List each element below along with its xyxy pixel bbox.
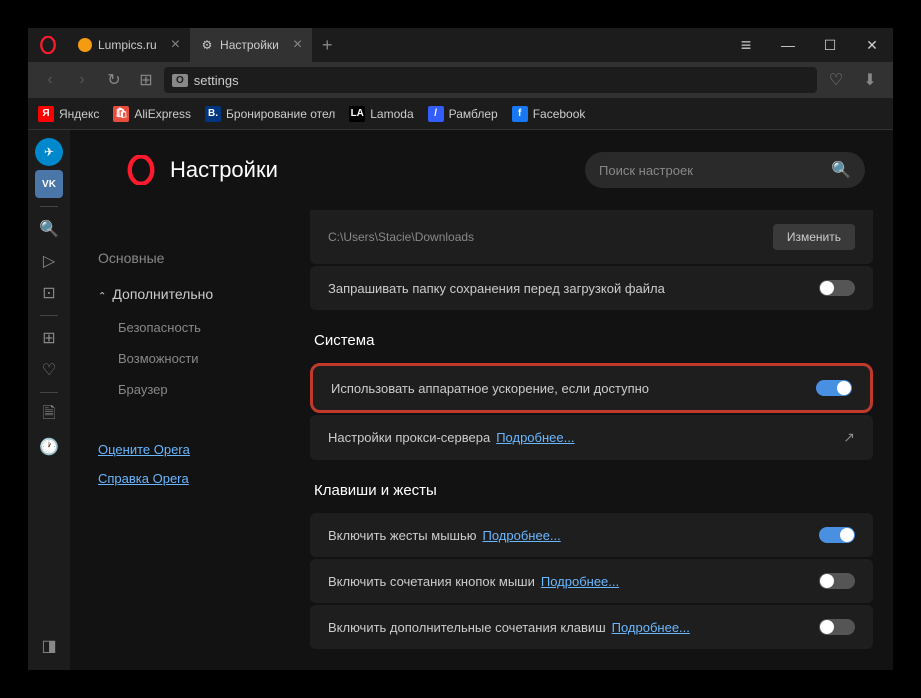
external-link-icon: ↗ (843, 429, 855, 446)
search-input[interactable] (599, 163, 823, 178)
advanced-kb-row[interactable]: Включить дополнительные сочетания клавиш… (310, 605, 873, 649)
back-button[interactable]: ‹ (36, 66, 64, 94)
tab-label: Настройки (220, 38, 279, 52)
gear-icon: ⚙ (200, 38, 214, 52)
yandex-icon: Я (38, 106, 54, 122)
mouse-gestures-row[interactable]: Включить жесты мышью Подробнее... (310, 513, 873, 557)
facebook-icon: f (512, 106, 528, 122)
tab-label: Lumpics.ru (98, 38, 157, 52)
rambler-icon: / (428, 106, 444, 122)
rocker-gestures-toggle[interactable] (819, 573, 855, 589)
bookmark-facebook[interactable]: fFacebook (512, 106, 586, 122)
chevron-up-icon: ⌄ (98, 289, 106, 300)
sidebar: ✈ VK 🔍 ▷ ⊡ ⊞ ♡ 🗎 🕐 ◨ (28, 130, 70, 670)
downloads-button[interactable]: ⬇ (855, 66, 885, 94)
settings-nav: Основные ⌄Дополнительно Безопасность Воз… (70, 210, 310, 670)
page-title: Настройки (170, 157, 278, 183)
hardware-acceleration-toggle[interactable] (816, 380, 852, 396)
gestures-section-title: Клавиши и жесты (314, 482, 873, 499)
nav-security[interactable]: Безопасность (98, 312, 310, 343)
reload-button[interactable]: ↻ (100, 66, 128, 94)
mouse-gestures-learn-more-link[interactable]: Подробнее... (483, 528, 561, 543)
personal-news-icon[interactable]: ▷ (35, 247, 63, 275)
forward-button[interactable]: › (68, 66, 96, 94)
bookmark-aliexpress[interactable]: 🛍AliExpress (113, 106, 191, 122)
clock-icon[interactable]: 🕐 (35, 433, 63, 461)
speed-dial-icon[interactable]: ⊞ (35, 324, 63, 352)
new-tab-button[interactable]: + (312, 28, 342, 62)
rocker-learn-more-link[interactable]: Подробнее... (541, 574, 619, 589)
url-text: settings (194, 73, 239, 88)
bookmarks-icon[interactable]: ♡ (35, 356, 63, 384)
settings-search[interactable]: 🔍 (585, 152, 865, 188)
rate-opera-link[interactable]: Оцените Opera (98, 435, 310, 464)
telegram-icon[interactable]: ✈ (35, 138, 63, 166)
lamoda-icon: LA (349, 106, 365, 122)
setting-label: Включить дополнительные сочетания клавиш (328, 620, 606, 635)
nav-main[interactable]: Основные (98, 240, 310, 276)
sidebar-settings-icon[interactable]: ◨ (35, 632, 63, 660)
hardware-acceleration-row[interactable]: Использовать аппаратное ускорение, если … (310, 363, 873, 413)
opera-logo-icon (126, 155, 156, 185)
download-location-row: C:\Users\Stacie\Downloads Изменить (310, 210, 873, 264)
close-icon[interactable]: × (293, 36, 302, 54)
change-location-button[interactable]: Изменить (773, 224, 855, 250)
nav-advanced[interactable]: ⌄Дополнительно (98, 276, 310, 312)
maximize-button[interactable]: ☐ (809, 28, 851, 62)
easy-setup-button[interactable]: ≡ (725, 28, 767, 62)
close-window-button[interactable]: ✕ (851, 28, 893, 62)
setting-label: Включить жесты мышью (328, 528, 477, 543)
minimize-button[interactable]: — (767, 28, 809, 62)
address-bar[interactable]: O settings (164, 67, 817, 93)
setting-label: Включить сочетания кнопок мыши (328, 574, 535, 589)
close-icon[interactable]: × (171, 36, 180, 54)
advanced-kb-toggle[interactable] (819, 619, 855, 635)
tab-lumpics[interactable]: Lumpics.ru × (68, 28, 190, 62)
setting-label: Использовать аппаратное ускорение, если … (331, 381, 649, 396)
speed-dial-button[interactable]: ⊞ (132, 66, 160, 94)
opera-badge-icon: O (172, 74, 188, 87)
ask-download-toggle[interactable] (819, 280, 855, 296)
settings-main: C:\Users\Stacie\Downloads Изменить Запра… (310, 210, 893, 670)
mouse-gestures-toggle[interactable] (819, 527, 855, 543)
bookmark-booking[interactable]: B.Бронирование отел (205, 106, 335, 122)
ask-download-location-row[interactable]: Запрашивать папку сохранения перед загру… (310, 266, 873, 310)
bookmark-lamoda[interactable]: LALamoda (349, 106, 413, 122)
system-section-title: Система (314, 332, 873, 349)
proxy-settings-row[interactable]: Настройки прокси-сервера Подробнее... ↗ (310, 415, 873, 460)
rocker-gestures-row[interactable]: Включить сочетания кнопок мыши Подробнее… (310, 559, 873, 603)
kb-learn-more-link[interactable]: Подробнее... (612, 620, 690, 635)
snapshot-icon[interactable]: ⊡ (35, 279, 63, 307)
download-path: C:\Users\Stacie\Downloads (328, 230, 474, 244)
tab-settings[interactable]: ⚙ Настройки × (190, 28, 312, 62)
help-opera-link[interactable]: Справка Opera (98, 464, 310, 493)
bookmarks-bar: ЯЯндекс 🛍AliExpress B.Бронирование отел … (28, 98, 893, 130)
favicon-icon (78, 38, 92, 52)
proxy-learn-more-link[interactable]: Подробнее... (496, 430, 574, 445)
search-icon: 🔍 (831, 160, 851, 180)
nav-browser[interactable]: Браузер (98, 374, 310, 405)
nav-features[interactable]: Возможности (98, 343, 310, 374)
search-icon[interactable]: 🔍 (35, 215, 63, 243)
aliexpress-icon: 🛍 (113, 106, 129, 122)
opera-icon (39, 36, 57, 54)
bookmark-yandex[interactable]: ЯЯндекс (38, 106, 99, 122)
booking-icon: B. (205, 106, 221, 122)
bookmark-rambler[interactable]: /Рамблер (428, 106, 498, 122)
setting-label: Запрашивать папку сохранения перед загру… (328, 281, 665, 296)
history-icon[interactable]: 🗎 (35, 401, 63, 429)
opera-menu-button[interactable] (28, 28, 68, 62)
vk-icon[interactable]: VK (35, 170, 63, 198)
setting-label: Настройки прокси-сервера (328, 430, 490, 445)
bookmark-heart-button[interactable]: ♡ (821, 66, 851, 94)
